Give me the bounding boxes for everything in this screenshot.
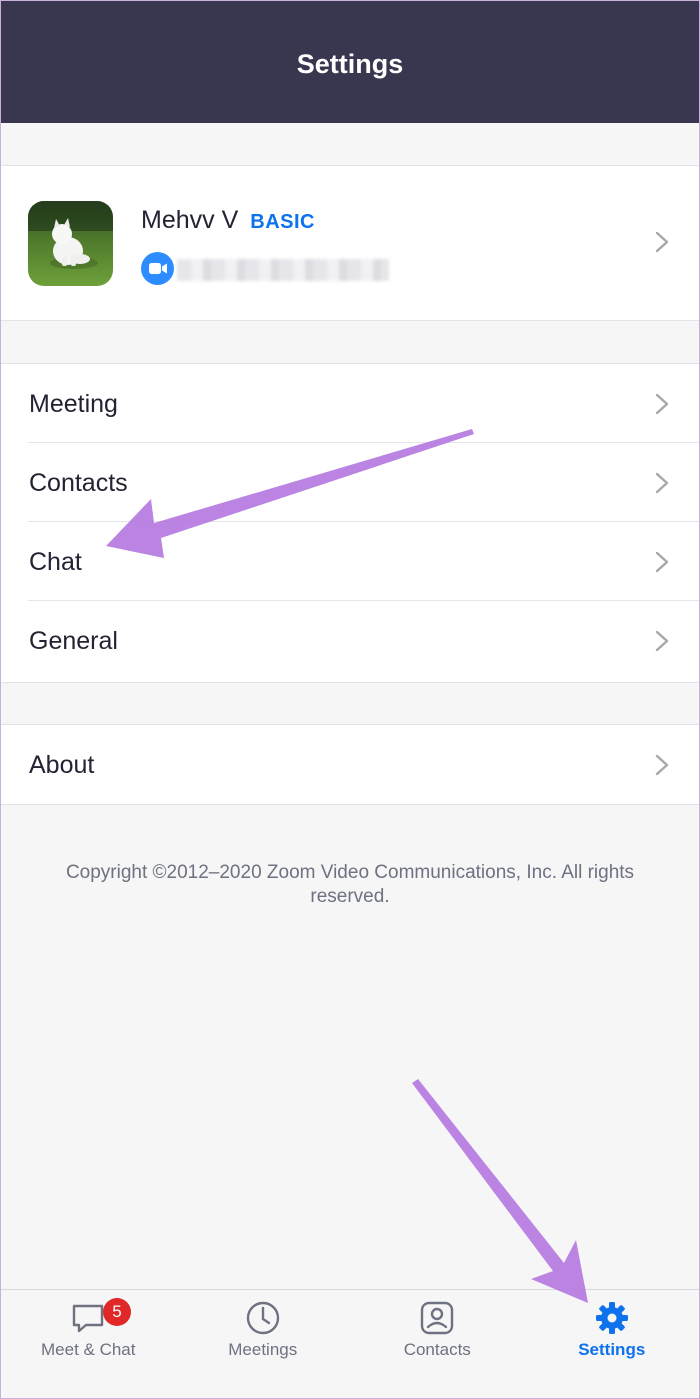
gear-icon <box>595 1302 628 1334</box>
unread-badge: 5 <box>103 1298 131 1326</box>
tab-settings[interactable]: Settings <box>525 1290 700 1398</box>
page-title: Settings <box>296 48 404 79</box>
profile-name-row: Mehvv V BASIC <box>141 206 315 235</box>
about-section: About <box>1 724 699 805</box>
email-redacted <box>177 259 389 281</box>
menu-item-label: Meeting <box>29 390 118 418</box>
tab-label: Settings <box>578 1340 646 1359</box>
chevron-right-icon <box>655 231 669 253</box>
tab-label: Meet & Chat <box>41 1340 136 1359</box>
zoom-camera-icon <box>141 252 174 285</box>
tab-label: Meetings <box>228 1340 298 1359</box>
chevron-right-icon <box>655 393 669 415</box>
chevron-right-icon <box>655 551 669 573</box>
menu-item-chat[interactable]: Chat <box>1 522 699 601</box>
bottom-tab-bar: 5 Meet & Chat Meetings Contacts Settings <box>1 1289 700 1398</box>
avatar <box>28 201 113 286</box>
tab-meetings[interactable]: Meetings <box>176 1290 351 1398</box>
copyright-text: Copyright ©2012–2020 Zoom Video Communic… <box>65 862 635 907</box>
profile-name: Mehvv V <box>141 206 239 234</box>
menu-item-contacts[interactable]: Contacts <box>1 443 699 522</box>
menu-item-meeting[interactable]: Meeting <box>1 364 699 443</box>
profile-card[interactable]: Mehvv V BASIC <box>1 165 699 321</box>
clock-icon <box>246 1301 279 1335</box>
tab-label: Contacts <box>403 1340 471 1359</box>
chevron-right-icon <box>655 630 669 652</box>
contact-card-icon <box>421 1301 454 1335</box>
tab-meet-chat[interactable]: 5 Meet & Chat <box>1 1290 176 1398</box>
menu-item-label: General <box>29 627 118 655</box>
menu-item-general[interactable]: General <box>1 601 699 680</box>
menu-item-label: About <box>29 751 95 779</box>
settings-screen: Settings Mehvv V BASIC Meeting Contacts … <box>0 0 700 1399</box>
menu-item-label: Contacts <box>29 469 128 497</box>
chevron-right-icon <box>655 472 669 494</box>
chevron-right-icon <box>655 754 669 776</box>
top-bar: Settings <box>1 1 699 123</box>
settings-menu: Meeting Contacts Chat General <box>1 363 699 683</box>
tab-contacts[interactable]: Contacts <box>350 1290 525 1398</box>
chat-bubble-icon <box>73 1304 104 1333</box>
arrow-to-settings <box>412 1079 588 1303</box>
plan-badge: BASIC <box>250 211 315 233</box>
menu-item-label: Chat <box>29 548 82 576</box>
menu-item-about[interactable]: About <box>1 725 699 804</box>
